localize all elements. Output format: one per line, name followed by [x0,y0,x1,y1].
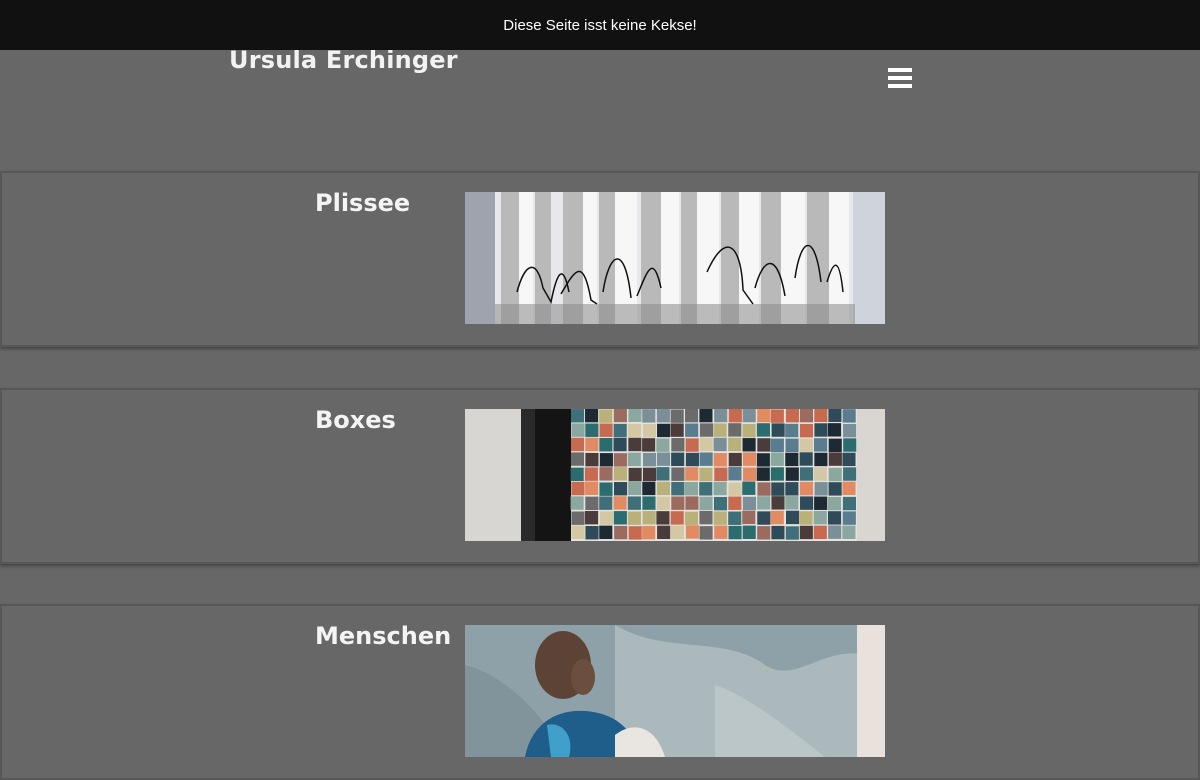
gallery-title-boxes[interactable]: Boxes [315,406,396,434]
gallery-thumbnail-plissee[interactable] [465,192,885,324]
gallery-title-plissee[interactable]: Plissee [315,189,410,217]
cookie-notice-text: Diese Seite isst keine Kekse! [503,16,697,34]
gallery-thumbnail-boxes[interactable] [465,409,885,541]
gallery-card-boxes[interactable]: Boxes [0,388,1200,564]
gallery-title-menschen[interactable]: Menschen [315,622,451,650]
cookie-notice-bar: Diese Seite isst keine Kekse! [0,0,1200,50]
gallery-card-menschen[interactable]: Menschen [0,604,1200,780]
hamburger-menu-icon[interactable] [888,68,912,88]
site-title[interactable]: Ursula Erchinger [229,46,458,74]
gallery-card-plissee[interactable]: Plissee [0,171,1200,347]
gallery-thumbnail-menschen[interactable] [465,625,885,757]
